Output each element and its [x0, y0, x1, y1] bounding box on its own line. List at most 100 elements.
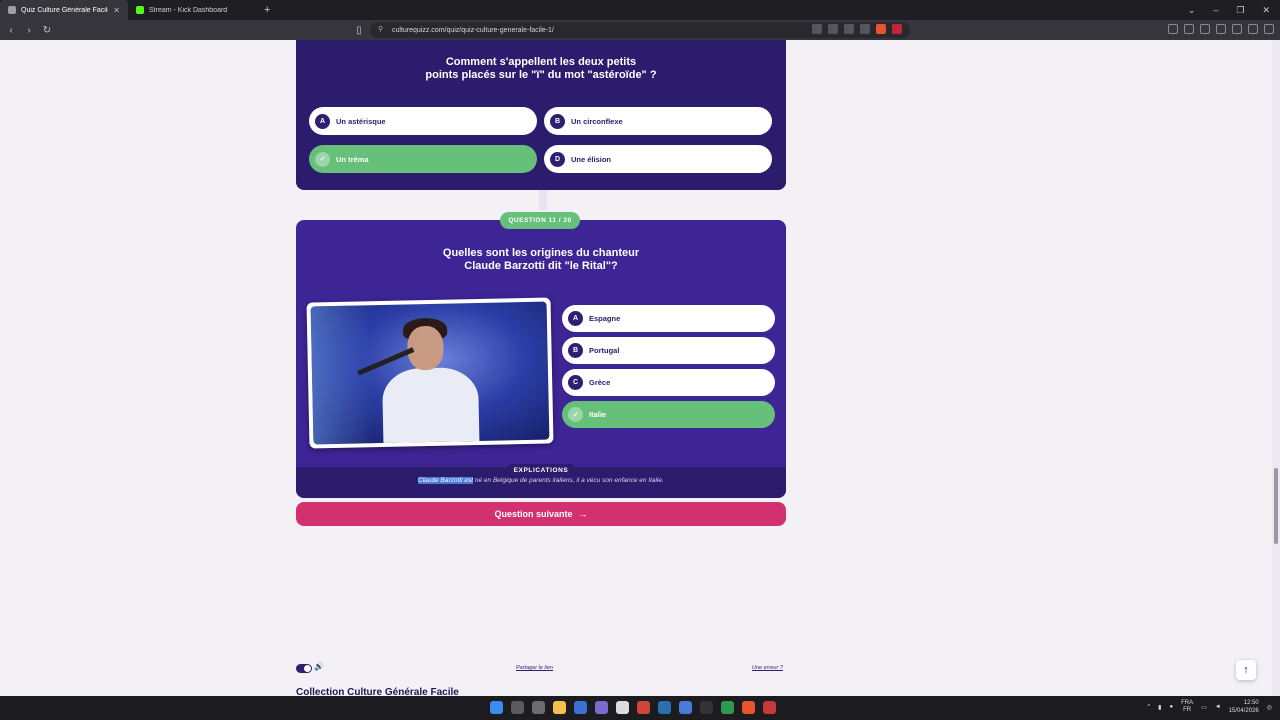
option-letter: A — [315, 113, 330, 129]
tab-list-icon[interactable]: ⌄ — [1188, 5, 1196, 16]
clock[interactable]: 12:50 15/04/2026 — [1229, 699, 1259, 715]
scrollbar-thumb[interactable] — [1274, 468, 1278, 544]
app-icon[interactable] — [679, 701, 692, 714]
browser-toolbar: ‹ › ↻ ▯ ⚲ culturequizz.com/quiz/quiz-cul… — [0, 20, 1280, 40]
excel-icon[interactable] — [721, 701, 734, 714]
app-icon[interactable] — [595, 701, 608, 714]
url-text: culturequizz.com/quiz/quiz-culture-gener… — [392, 26, 554, 34]
leo-icon[interactable] — [1232, 24, 1242, 34]
quiz-favicon-icon — [8, 6, 16, 14]
option-b[interactable]: B Portugal — [562, 337, 775, 364]
option-letter: B — [550, 113, 565, 129]
mic-icon[interactable]: ● — [1169, 704, 1173, 710]
arrow-right-icon: → — [578, 509, 588, 519]
window-controls: ⌄ – ❐ ✕ — [1188, 0, 1280, 20]
option-c-correct[interactable]: ✓ Un tréma — [309, 145, 537, 173]
tab-title: Stream - Kick Dashboard — [149, 6, 228, 14]
option-b[interactable]: B Un circonflexe — [544, 107, 772, 135]
sidebar-icon[interactable] — [1200, 24, 1210, 34]
forward-icon[interactable]: › — [22, 25, 36, 36]
next-question-button[interactable]: Question suivante → — [296, 502, 786, 526]
option-d-correct[interactable]: ✓ Italie — [562, 401, 775, 428]
option-d[interactable]: D Une élision — [544, 145, 772, 173]
vpn-icon[interactable] — [1248, 24, 1258, 34]
app-icon[interactable] — [637, 701, 650, 714]
share-icon[interactable] — [844, 24, 854, 34]
tab-quiz[interactable]: Quiz Culture Générale Facile ✕ — [0, 0, 128, 20]
option-letter: D — [550, 151, 565, 167]
back-to-top-button[interactable]: ↑ — [1236, 660, 1256, 680]
search-icon[interactable] — [511, 701, 524, 714]
sound-toggle[interactable] — [296, 664, 312, 673]
option-a[interactable]: A Un astérisque — [309, 107, 537, 135]
steam-icon[interactable] — [658, 701, 671, 714]
arrow-up-icon: ↑ — [1243, 664, 1249, 676]
report-error-link[interactable]: Une erreur ? — [752, 665, 783, 671]
file-explorer-icon[interactable] — [553, 701, 566, 714]
address-bar-icons — [812, 24, 902, 34]
network-icon[interactable]: ▭ — [1201, 704, 1207, 711]
option-label: Une élision — [571, 154, 612, 164]
page-icon[interactable] — [828, 24, 838, 34]
option-label: Portugal — [589, 346, 620, 355]
address-bar[interactable]: ⚲ culturequizz.com/quiz/quiz-culture-gen… — [370, 22, 910, 38]
app-icon[interactable] — [763, 701, 776, 714]
extensions-icon[interactable] — [1168, 24, 1178, 34]
singer-image — [310, 301, 550, 445]
option-label: Un tréma — [336, 154, 369, 164]
option-letter: A — [568, 311, 583, 326]
back-icon[interactable]: ‹ — [4, 25, 18, 36]
usb-icon[interactable]: ▮ — [1158, 704, 1161, 711]
taskbar-apps — [490, 701, 776, 714]
option-c[interactable]: C Grèce — [562, 369, 775, 396]
kick-favicon-icon — [136, 6, 144, 14]
check-icon: ✓ — [568, 407, 583, 422]
page-scrollbar[interactable] — [1272, 40, 1280, 696]
brave-shields-icon[interactable] — [876, 24, 886, 34]
option-label: Grèce — [589, 378, 611, 387]
reader-icon[interactable] — [812, 24, 822, 34]
toolbar-right-icons — [1168, 24, 1274, 34]
collection-heading: Collection Culture Générale Facile — [296, 687, 459, 696]
tab-title: Quiz Culture Générale Facile — [21, 6, 109, 14]
bookmark-icon[interactable]: ▯ — [352, 25, 366, 36]
option-a[interactable]: A Espagne — [562, 305, 775, 332]
minimize-icon[interactable]: – — [1213, 5, 1218, 15]
brave-rewards-icon[interactable] — [892, 24, 902, 34]
brave-icon[interactable] — [742, 701, 755, 714]
menu-icon[interactable] — [1264, 24, 1274, 34]
share-link[interactable]: Partager le lien — [516, 665, 553, 671]
tab-kick[interactable]: Stream - Kick Dashboard — [128, 0, 256, 20]
question-title: Comment s'appellent les deux petits poin… — [425, 56, 657, 81]
windows-taskbar: ^ ▮ ● FRA FR ▭ ◄ 12:50 15/04/2026 ◎ — [0, 696, 1280, 720]
app-icon[interactable] — [616, 701, 629, 714]
explanation-panel: EXPLICATIONS Claude Barzotti est né en B… — [296, 464, 786, 498]
option-label: Un circonflexe — [571, 116, 623, 126]
question-counter-badge: QUESTION 11 / 20 — [500, 212, 580, 229]
close-window-icon[interactable]: ✕ — [1262, 5, 1270, 16]
app-icon[interactable] — [574, 701, 587, 714]
current-question-card: Quelles sont les origines du chanteur Cl… — [296, 220, 786, 498]
system-tray: ^ ▮ ● FRA FR ▭ ◄ 12:50 15/04/2026 ◎ — [1147, 699, 1272, 715]
selected-text: Claude Barzotti est — [418, 477, 474, 484]
restore-icon[interactable]: ❐ — [1236, 5, 1244, 16]
site-info-icon[interactable]: ⚲ — [378, 25, 383, 33]
obs-icon[interactable] — [700, 701, 713, 714]
tray-overflow-icon[interactable]: ^ — [1147, 704, 1150, 710]
volume-icon[interactable]: ◄ — [1215, 704, 1221, 710]
previous-question-card: Comment s'appellent les deux petits poin… — [296, 40, 786, 190]
notifications-icon[interactable]: ◎ — [1267, 704, 1272, 711]
language-indicator[interactable]: FRA FR — [1181, 700, 1193, 714]
option-label: Espagne — [589, 314, 621, 323]
reload-icon[interactable]: ↻ — [40, 25, 54, 36]
option-label: Italie — [589, 410, 607, 419]
task-view-icon[interactable] — [532, 701, 545, 714]
wallet-icon[interactable] — [1184, 24, 1194, 34]
new-tab-button[interactable]: + — [256, 4, 278, 16]
rss-icon[interactable] — [860, 24, 870, 34]
close-tab-icon[interactable]: ✕ — [113, 6, 120, 15]
explanation-text: Claude Barzotti est né en Belgique de pa… — [418, 477, 664, 484]
tabs-icon[interactable] — [1216, 24, 1226, 34]
speaker-icon: 🔊 — [314, 662, 324, 671]
start-icon[interactable] — [490, 701, 503, 714]
